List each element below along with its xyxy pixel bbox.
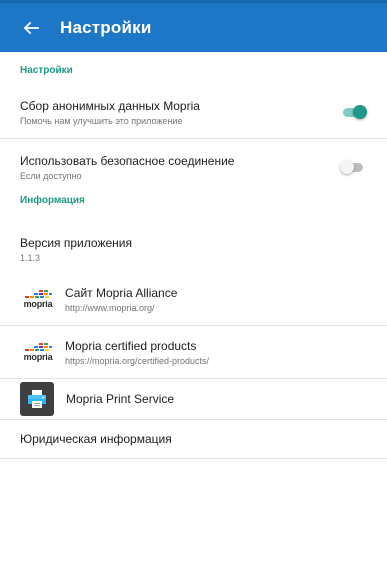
link-url: https://mopria.org/certified-products/	[65, 355, 210, 366]
section-header-settings: Настройки	[20, 65, 73, 76]
pref-text: Использовать безопасное соединение Если …	[20, 154, 234, 181]
pref-subtitle: Если доступно	[20, 170, 82, 181]
link-mopria-alliance[interactable]: mopria Сайт Mopria Alliance http://www.m…	[0, 273, 387, 326]
secure-connection-switch[interactable]	[340, 160, 365, 174]
pref-text: Версия приложения 1.1.3	[20, 236, 132, 263]
version-value: 1.1.3	[20, 252, 41, 263]
pref-text: Сбор анонимных данных Mopria Помочь нам …	[20, 99, 200, 126]
legal-info-item[interactable]: Юридическая информация	[0, 420, 387, 459]
mopria-logo-icon: mopria	[20, 338, 56, 366]
empty-space	[0, 459, 387, 574]
printer-icon	[20, 382, 54, 416]
print-service-title: Mopria Print Service	[66, 392, 175, 406]
mopria-logo-icon: mopria	[20, 285, 56, 313]
app-bar: Настройки	[0, 0, 387, 52]
anonymous-data-switch[interactable]	[341, 105, 367, 119]
pref-anonymous-data[interactable]: Сбор анонимных данных Mopria Помочь нам …	[0, 86, 387, 139]
pref-title: Использовать безопасное соединение	[20, 153, 235, 168]
link-title: Сайт Mopria Alliance	[65, 285, 178, 300]
link-title: Mopria certified products	[65, 338, 197, 353]
pref-app-version[interactable]: Версия приложения 1.1.3	[0, 223, 387, 273]
section-header-info: Информация	[20, 195, 85, 206]
back-button[interactable]	[20, 17, 42, 39]
link-url: http://www.mopria.org/	[65, 302, 155, 313]
switch-thumb	[353, 105, 367, 119]
pref-title: Сбор анонимных данных Mopria	[20, 98, 200, 113]
mopria-print-service-item[interactable]: Mopria Print Service	[0, 379, 387, 420]
link-certified-products[interactable]: mopria Mopria certified products https:/…	[0, 326, 387, 379]
pref-text: Mopria certified products https://mopria…	[65, 339, 209, 366]
page-title: Настройки	[60, 17, 152, 37]
switch-thumb	[340, 160, 354, 174]
arrow-left-icon	[23, 21, 39, 34]
logo-wordmark: mopria	[23, 299, 53, 309]
pref-secure-connection[interactable]: Использовать безопасное соединение Если …	[0, 139, 387, 193]
pref-text: Сайт Mopria Alliance http://www.mopria.o…	[65, 286, 177, 313]
pref-title: Версия приложения	[20, 235, 132, 250]
pref-subtitle: Помочь нам улучшить это приложение	[20, 115, 183, 126]
logo-wordmark: mopria	[23, 352, 53, 362]
legal-info-title: Юридическая информация	[20, 432, 172, 446]
